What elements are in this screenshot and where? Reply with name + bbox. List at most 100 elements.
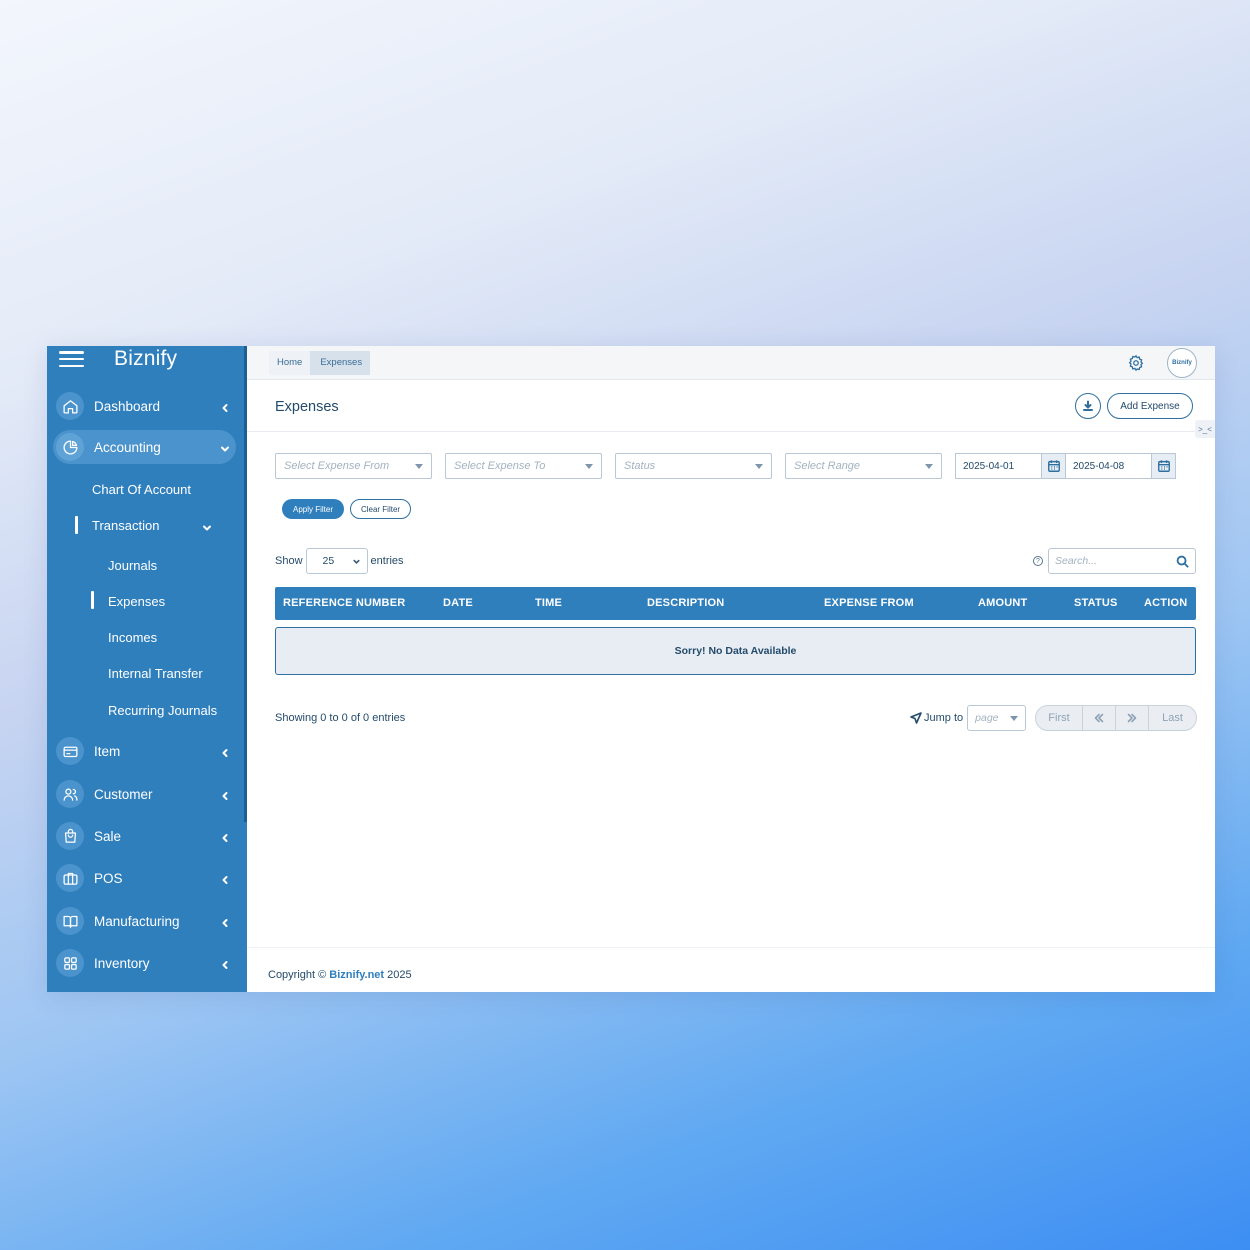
sidebar-item-expenses[interactable]: Expenses [108,594,165,609]
caret-down-icon [925,463,933,469]
search-input[interactable] [1055,555,1165,567]
date-from-input[interactable]: 2025-04-01 [956,454,1041,478]
download-icon [1083,400,1093,411]
range-select[interactable]: Select Range [785,453,942,479]
breadcrumb-home[interactable]: Home [269,350,311,375]
breadcrumb: Home Expenses [269,350,371,375]
sidebar-item-label: Item [94,743,121,759]
send-icon [910,712,922,724]
table-header: REFERENCE NUMBER DATE TIME DESCRIPTION E… [275,587,1196,620]
sidebar-item-internal-transfer[interactable]: Internal Transfer [108,666,203,681]
column-reference-number[interactable]: REFERENCE NUMBER [283,597,405,609]
active-indicator [91,591,94,609]
jump-label: Jump to [924,712,964,724]
column-description[interactable]: DESCRIPTION [647,597,724,609]
chevron-down-icon [352,559,360,564]
caret-down-icon [755,463,763,469]
copyright-year: 2025 [384,969,412,981]
page-select[interactable]: page [967,705,1027,731]
filter-bar: Select Expense From Select Expense To St… [275,453,1176,479]
entries-select[interactable]: 25 [305,548,368,574]
sidebar-item-customer[interactable]: Customer [53,777,236,811]
sidebar-item-sale[interactable]: Sale [53,819,236,853]
sidebar-item-label: Transaction [92,518,160,533]
chevrons-right-icon [1127,713,1137,723]
entries-control: Show 25 entries [275,548,404,574]
sidebar-item-recurring-journals[interactable]: Recurring Journals [108,703,217,718]
show-label: Show [275,555,303,567]
sidebar-item-label: Dashboard [94,398,161,414]
calendar-icon[interactable] [1151,454,1175,478]
select-placeholder: Select Expense To [454,460,546,472]
card-icon [56,737,84,765]
sidebar-item-accounting[interactable]: Accounting [53,430,236,464]
sidebar-item-transaction[interactable]: Transaction [92,518,212,533]
apply-filter-button[interactable]: Apply Filter [282,499,344,519]
panel-toggle-button[interactable]: >_< [1195,420,1215,438]
active-indicator [75,516,78,534]
sidebar-item-incomes[interactable]: Incomes [108,630,157,645]
next-page-button[interactable] [1116,706,1149,730]
page-title: Expenses [275,399,339,415]
expense-to-select[interactable]: Select Expense To [445,453,602,479]
column-amount[interactable]: AMOUNT [978,597,1027,609]
empty-table-message: Sorry! No Data Available [275,627,1196,675]
last-page-button[interactable]: Last [1149,706,1196,730]
select-placeholder: Status [624,460,656,472]
sidebar-item-label: Manufacturing [94,913,180,929]
briefcase-icon [56,864,84,892]
previous-page-button[interactable] [1083,706,1116,730]
shopping-bag-icon [56,822,84,850]
copyright-prefix: Copyright © [268,969,330,981]
top-bar: Home Expenses Biznify [247,346,1215,380]
chevron-left-icon [220,916,230,927]
avatar[interactable]: Biznify [1167,348,1197,378]
calendar-icon[interactable] [1041,454,1065,478]
expense-from-select[interactable]: Select Expense From [275,453,432,479]
sidebar-item-inventory[interactable]: Inventory [53,946,236,980]
footer-link[interactable]: Biznify.net [329,969,384,981]
chevron-left-icon [220,958,230,969]
main-content: Home Expenses Biznify Expenses Add Expen… [247,346,1215,992]
sidebar-item-manufacturing[interactable]: Manufacturing [53,904,236,938]
search-field[interactable] [1048,548,1196,574]
column-date[interactable]: DATE [443,597,473,609]
date-range: 2025-04-01 2025-04-08 [955,453,1176,479]
home-icon [56,392,84,420]
brand-name: Biznify [114,347,178,370]
sidebar-item-label: Inventory [94,955,150,971]
entries-value: 25 [322,555,335,567]
sidebar-item-label: Sale [94,828,122,844]
gear-icon[interactable] [1127,354,1145,372]
caret-down-icon [1010,715,1019,721]
chevrons-left-icon [1094,713,1104,723]
sidebar-item-item[interactable]: Item [53,734,236,768]
sidebar-item-journals[interactable]: Journals [108,558,157,573]
status-select[interactable]: Status [615,453,772,479]
sidebar-item-chart-of-account[interactable]: Chart Of Account [92,482,191,497]
help-icon[interactable]: ? [1033,556,1043,566]
column-expense-from[interactable]: EXPENSE FROM [824,597,914,609]
page-header: Expenses Add Expense [247,380,1215,432]
first-page-button[interactable]: First [1036,706,1083,730]
book-icon [56,907,84,935]
jump-to-page: Jump to page [910,705,1027,731]
download-button[interactable] [1075,393,1101,419]
table-info: Showing 0 to 0 of 0 entries [275,712,406,724]
add-expense-button[interactable]: Add Expense [1107,393,1193,419]
date-to-input[interactable]: 2025-04-08 [1066,454,1151,478]
clear-filter-button[interactable]: Clear Filter [350,499,411,519]
sidebar-item-dashboard[interactable]: Dashboard [53,389,236,423]
sidebar: Biznify Dashboard Accounting Chart Of Ac… [47,346,247,992]
menu-icon[interactable] [59,351,84,367]
sidebar-item-pos[interactable]: POS [53,861,236,895]
column-time[interactable]: TIME [535,597,562,609]
chevron-left-icon [220,401,230,412]
pagination: First Last [1035,705,1197,731]
chevron-left-icon [220,789,230,800]
chevron-left-icon [220,831,230,842]
chevron-down-icon [202,521,212,531]
search-icon [1176,555,1189,568]
column-status[interactable]: STATUS [1074,597,1118,609]
sidebar-item-label: POS [94,870,123,886]
